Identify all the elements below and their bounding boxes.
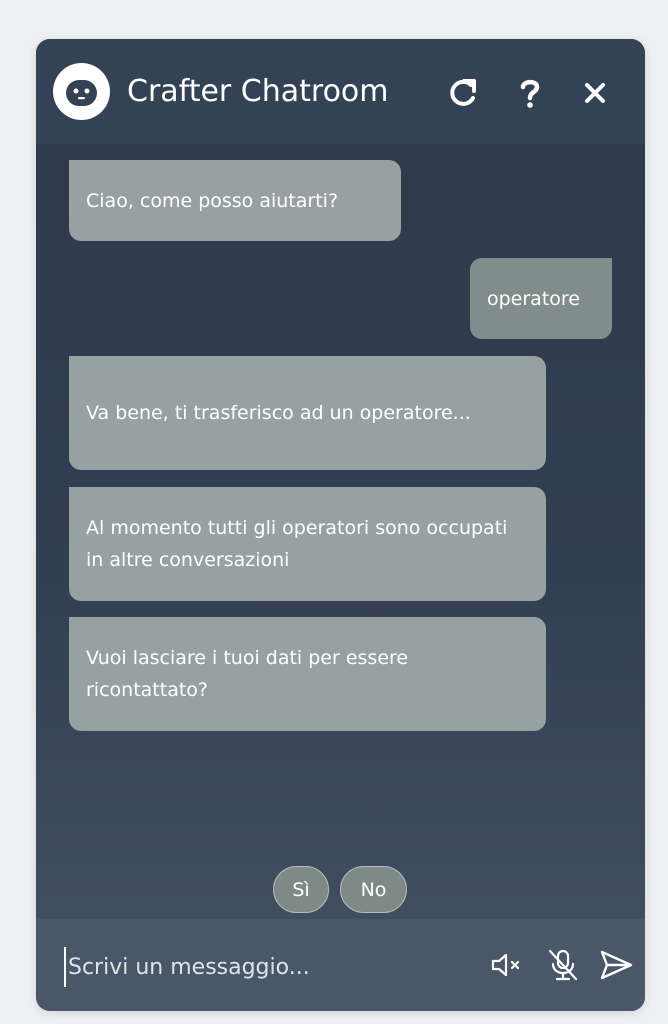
- message-input[interactable]: [64, 947, 468, 987]
- bot-avatar: [53, 63, 110, 120]
- refresh-icon[interactable]: [443, 73, 483, 113]
- bot-message: Al momento tutti gli operatori sono occu…: [69, 487, 546, 601]
- send-icon[interactable]: [596, 945, 636, 985]
- speaker-muted-icon[interactable]: [488, 945, 528, 985]
- chat-widget: Crafter Chatroom Ciao, come posso aiutar…: [36, 39, 645, 1011]
- microphone-off-icon[interactable]: [543, 945, 583, 985]
- message-composer: [36, 919, 645, 1011]
- bot-message: Va bene, ti trasferisco ad un operatore.…: [69, 356, 546, 470]
- close-icon[interactable]: [575, 73, 615, 113]
- bot-message: Ciao, come posso aiutarti?: [69, 160, 401, 241]
- chat-header: Crafter Chatroom: [36, 39, 645, 144]
- bot-face-icon: [66, 80, 97, 106]
- user-message: operatore: [470, 258, 612, 339]
- bot-message: Vuoi lasciare i tuoi dati per essere ric…: [69, 617, 546, 731]
- quick-reply-no-button[interactable]: No: [340, 866, 407, 913]
- help-icon[interactable]: [510, 73, 550, 113]
- chat-title: Crafter Chatroom: [127, 74, 389, 109]
- quick-reply-yes-button[interactable]: Sì: [273, 866, 329, 913]
